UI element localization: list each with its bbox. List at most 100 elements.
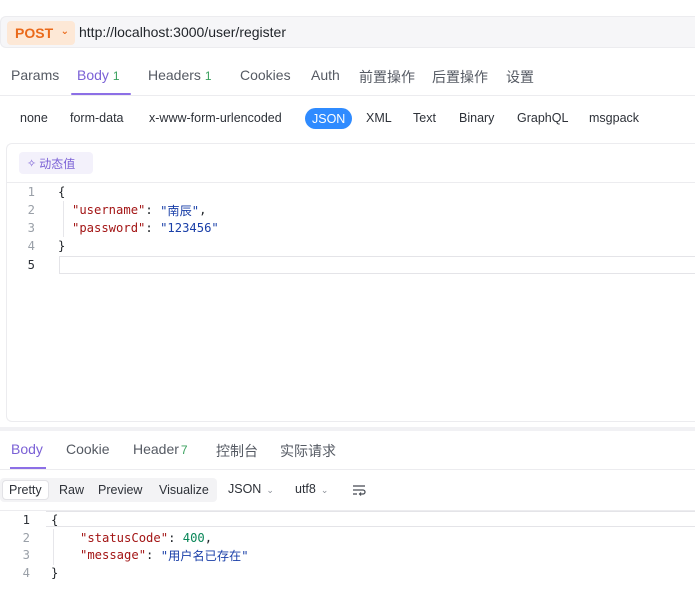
- body-type-urlencoded[interactable]: x-www-form-urlencoded: [149, 111, 282, 125]
- json-brace: {: [51, 513, 59, 527]
- tab-label: Cookies: [240, 67, 291, 83]
- tab-actual-request[interactable]: 实际请求: [280, 441, 336, 461]
- json-separator: :: [146, 548, 161, 562]
- tab-label: Body: [11, 441, 43, 457]
- encoding-label: utf8: [295, 482, 316, 496]
- chevron-down-icon: ⌄: [266, 485, 274, 495]
- tab-console[interactable]: 控制台: [216, 441, 258, 461]
- json-brace: {: [58, 185, 66, 199]
- json-key: "statusCode": [80, 531, 169, 545]
- json-separator: :: [145, 203, 161, 217]
- indent-guide: [53, 529, 54, 565]
- tab-post-request[interactable]: 后置操作: [432, 67, 488, 87]
- body-type-selector: none form-data x-www-form-urlencoded JSO…: [0, 108, 695, 132]
- line-number: 3: [22, 548, 30, 562]
- json-row: "password": "123456": [72, 219, 219, 237]
- tab-label: 后置操作: [432, 69, 488, 85]
- view-preview[interactable]: Preview: [98, 483, 142, 497]
- tab-body[interactable]: Body 1: [77, 67, 120, 83]
- tab-settings[interactable]: 设置: [506, 67, 534, 87]
- tab-response-cookie[interactable]: Cookie: [66, 441, 110, 457]
- tab-count-badge: 7: [180, 443, 188, 457]
- tab-label: 前置操作: [359, 69, 415, 85]
- format-label: JSON: [228, 482, 262, 496]
- json-key: "message": [80, 548, 147, 562]
- tab-params[interactable]: Params: [11, 67, 59, 83]
- editor-divider: [7, 182, 695, 183]
- request-body-editor[interactable]: ✧ 动态值 1 2 3 4 5 { "username": "南辰", "pas…: [6, 143, 695, 422]
- view-visualize[interactable]: Visualize: [159, 483, 209, 497]
- body-type-text[interactable]: Text: [413, 111, 436, 125]
- body-type-form-data[interactable]: form-data: [70, 111, 124, 125]
- body-type-json[interactable]: JSON: [305, 108, 353, 129]
- tab-pre-request[interactable]: 前置操作: [359, 67, 415, 87]
- json-row: "username": "南辰",: [72, 201, 206, 219]
- json-string: "123456": [160, 221, 219, 235]
- json-row: "statusCode": 400,: [80, 529, 212, 547]
- tab-response-header[interactable]: Header 7: [133, 441, 188, 457]
- tab-label: 实际请求: [280, 443, 336, 459]
- view-pretty[interactable]: Pretty: [2, 480, 49, 500]
- current-line-highlight: [59, 256, 695, 274]
- body-type-msgpack[interactable]: msgpack: [589, 111, 639, 125]
- body-type-none[interactable]: none: [20, 111, 48, 125]
- json-separator: :: [145, 221, 161, 235]
- json-comma: ,: [199, 203, 207, 217]
- tab-auth[interactable]: Auth: [311, 67, 340, 83]
- view-raw[interactable]: Raw: [59, 483, 84, 497]
- url-input[interactable]: http://localhost:3000/user/register: [79, 24, 286, 40]
- json-row: "message": "用户名已存在": [80, 546, 249, 564]
- tab-label: 设置: [506, 69, 534, 85]
- magic-wand-icon: ✧: [27, 157, 37, 170]
- tab-label: Headers: [148, 67, 201, 83]
- active-tab-indicator: [10, 467, 46, 469]
- method-label: POST: [15, 25, 54, 41]
- tab-cookies[interactable]: Cookies: [240, 67, 291, 83]
- active-tab-indicator: [71, 93, 131, 95]
- body-type-graphql[interactable]: GraphQL: [517, 111, 568, 125]
- body-type-xml[interactable]: XML: [366, 111, 392, 125]
- panel-splitter[interactable]: [0, 427, 695, 431]
- chevron-down-icon: ⌄: [60, 26, 69, 37]
- json-string: "用户名已存在": [160, 549, 249, 563]
- response-toolbar: Pretty Raw Preview Visualize JSON ⌄ utf8 ⌄: [0, 478, 695, 502]
- line-number: 1: [27, 185, 35, 199]
- indent-guide: [63, 201, 64, 237]
- line-number: 5: [27, 258, 35, 272]
- body-type-binary[interactable]: Binary: [459, 111, 494, 125]
- json-number: 400: [182, 531, 205, 545]
- tab-count-badge: 1: [112, 69, 120, 83]
- method-select[interactable]: POST ⌄: [7, 21, 75, 45]
- response-format-select[interactable]: JSON ⌄: [228, 482, 274, 496]
- json-key: "password": [72, 221, 146, 235]
- tab-label: Params: [11, 67, 60, 83]
- json-brace: }: [51, 566, 59, 580]
- dynamic-value-label: 动态值: [39, 156, 76, 171]
- tab-label: Header: [133, 441, 179, 457]
- json-string: "南辰": [160, 204, 200, 218]
- response-tabs: Body Cookie Header 7 控制台 实际请求: [0, 432, 695, 470]
- json-separator: :: [168, 531, 183, 545]
- json-comma: ,: [204, 531, 213, 545]
- json-key: "username": [72, 203, 146, 217]
- line-number: 1: [22, 513, 30, 527]
- chevron-down-icon: ⌄: [320, 485, 329, 495]
- dynamic-value-button[interactable]: ✧ 动态值: [19, 152, 93, 174]
- line-number: 4: [22, 566, 30, 580]
- line-number: 3: [27, 221, 35, 235]
- line-number: 2: [22, 531, 30, 545]
- tab-label: Cookie: [66, 441, 110, 457]
- tab-headers[interactable]: Headers 1: [148, 67, 212, 83]
- response-encoding-select[interactable]: utf8 ⌄: [295, 482, 328, 496]
- tab-label: 控制台: [216, 443, 258, 459]
- line-number: 2: [27, 203, 35, 217]
- json-brace: }: [58, 239, 66, 253]
- tab-response-body[interactable]: Body: [11, 441, 43, 457]
- url-bar: POST ⌄ http://localhost:3000/user/regist…: [0, 16, 695, 48]
- word-wrap-icon[interactable]: [352, 484, 366, 496]
- tab-label: Body: [77, 67, 109, 83]
- tab-count-badge: 1: [204, 69, 212, 83]
- current-line-highlight: [46, 511, 695, 527]
- tab-label: Auth: [311, 67, 340, 83]
- request-tabs: Params Body 1 Headers 1 Cookies Auth 前置操作 …: [0, 58, 695, 96]
